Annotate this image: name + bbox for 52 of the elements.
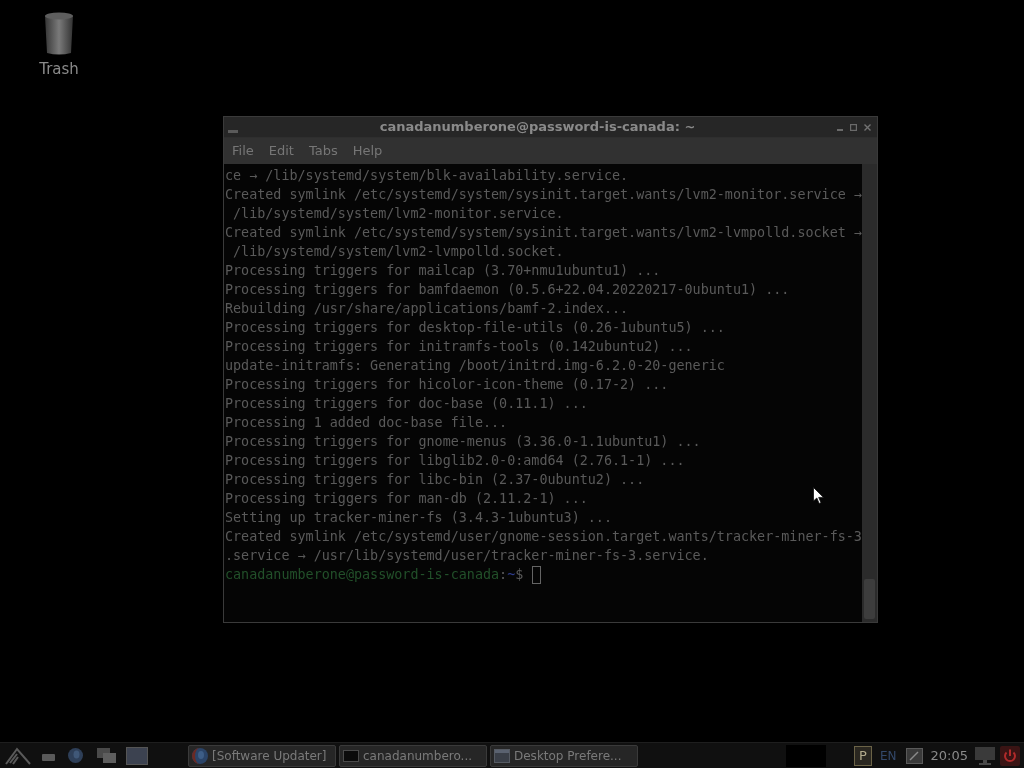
terminal-line: Created symlink /etc/systemd/system/sysinit.target.wants/lvm2-lvmpolld.socket → [225,224,862,242]
text-cursor-icon [532,565,542,584]
terminal-line: Processing 1 added doc-base file... [225,414,508,432]
tray-block [785,744,826,767]
taskbar-button[interactable]: [Software Updater] [188,744,336,767]
clock[interactable]: 20:05 [930,745,968,766]
window-title: canadanumberone@password-is-canada: ~ [378,118,697,137]
menu-item[interactable]: Tabs [302,140,344,162]
terminal-line: Setting up tracker-miner-fs (3.4.3-1ubuntu3) ... [225,509,612,527]
terminal-icon [343,749,359,762]
monitor-icon[interactable] [975,746,995,765]
terminal-line: Processing triggers for desktop-file-utils (0.26-1ubuntu5) ... [225,319,725,337]
windows-icon[interactable] [97,748,116,763]
mouse-pointer-icon [813,487,824,504]
terminal-line: Processing triggers for bamfdaemon (0.5.6+22.04.20220217-0ubuntu1) ... [225,281,790,299]
terminal-line: Processing triggers for mailcap (3.70+nmu1ubuntu1) ... [225,262,661,280]
screen-pen-icon[interactable] [905,747,923,764]
terminal-line: Created symlink /etc/systemd/system/sysinit.target.wants/lvm2-monitor.service → [225,186,862,204]
window-menu-icon[interactable] [228,129,238,133]
terminal-line: /lib/systemd/system/lvm2-lvmpolld.socket. [232,243,564,261]
taskbar-button[interactable]: Desktop Prefere... [490,744,638,767]
globe-icon [192,747,208,764]
show-desktop-icon[interactable] [42,753,55,761]
terminal-line: Created symlink /etc/systemd/user/gnome-session.target.wants/tracker-miner-fs-3 [225,528,862,546]
terminal-line: Processing triggers for initramfs-tools (0.142ubuntu2) ... [225,338,693,356]
trash-bin-icon[interactable] [44,12,74,56]
close-icon[interactable] [864,123,871,131]
terminal-line: Processing triggers for libglib2.0-0:amd64 (2.76.1-1) ... [225,452,685,470]
menu-item[interactable]: Help [346,140,389,162]
terminal-line: Processing triggers for libc-bin (2.37-0ubuntu2) ... [225,471,645,489]
globe-icon[interactable] [68,748,83,763]
keyboard-indicator[interactable]: P [853,745,872,766]
language-indicator[interactable]: EN [879,746,897,765]
shell-prompt: canadanumberone@password-is-canada:~$ [225,566,524,584]
window-icon [494,748,510,763]
maximize-icon[interactable] [850,123,857,131]
menu-item[interactable]: File [226,140,260,162]
terminal-line: /lib/systemd/system/lvm2-monitor.service. [232,205,564,223]
terminal-line: Processing triggers for hicolor-icon-theme (0.17-2) ... [225,376,669,394]
terminal-line: Processing triggers for doc-base (0.11.1) ... [225,395,588,413]
terminal-line: Processing triggers for man-db (2.11.2-1) ... [225,490,588,508]
terminal-line: update-initramfs: Generating /boot/initrd.img-6.2.0-20-generic [225,357,725,375]
workspace-icon[interactable] [126,746,148,765]
menu-item[interactable]: Edit [262,140,300,162]
terminal-line: Rebuilding /usr/share/applications/bamf-2.index... [225,300,629,318]
terminal-line: .service → /usr/lib/systemd/user/tracker-miner-fs-3.service. [225,547,709,565]
taskbar-button[interactable]: canadanumbero... [339,744,487,767]
power-icon[interactable] [1000,745,1020,766]
terminal-line: ce → /lib/systemd/system/blk-availability.service. [225,167,629,185]
start-menu-icon[interactable] [5,746,31,765]
terminal-line: Processing triggers for gnome-menus (3.36.0-1.1ubuntu1) ... [225,433,701,451]
desktop-icon-label: Trash [39,60,79,78]
